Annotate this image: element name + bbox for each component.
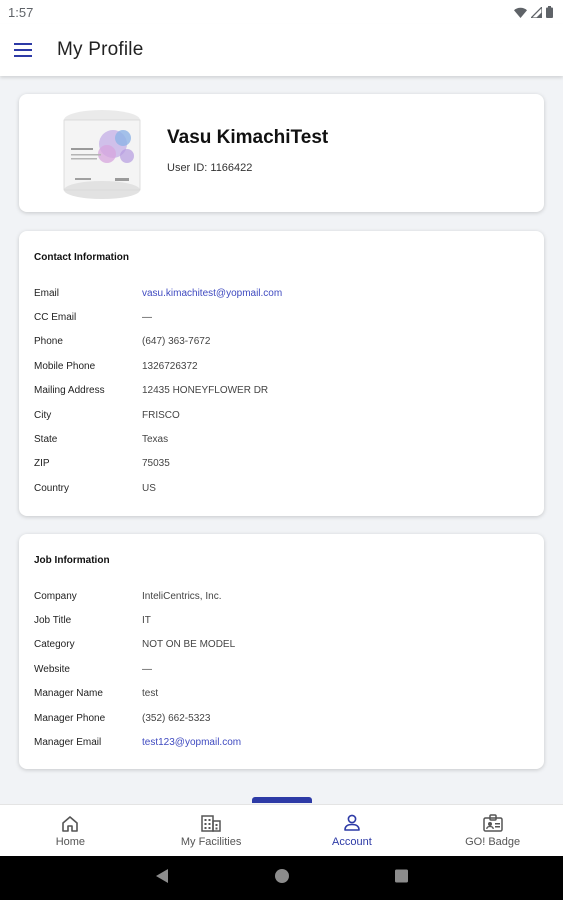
field-value: 12435 HONEYFLOWER DR	[142, 385, 269, 397]
field-label: Mobile Phone	[34, 360, 96, 372]
bottom-navigation: Home My Facilities Account GO! Badge	[0, 804, 563, 856]
recents-icon[interactable]	[394, 868, 409, 884]
field-label: Manager Phone	[34, 712, 106, 724]
contact-row-phone: Phone (647) 363-7672	[34, 330, 534, 354]
field-label: Company	[34, 590, 77, 602]
field-label: Website	[34, 663, 70, 675]
field-label: ZIP	[34, 458, 50, 470]
contact-section-title: Contact Information	[34, 252, 129, 263]
nav-item-my-facilities[interactable]: My Facilities	[141, 805, 282, 856]
contact-row-zip: ZIP 75035	[34, 452, 534, 476]
contact-row-country: Country US	[34, 476, 534, 500]
home-circle-icon[interactable]	[274, 868, 290, 884]
field-value: NOT ON BE MODEL	[142, 639, 236, 651]
field-value: US	[142, 482, 156, 494]
profile-photo	[63, 110, 141, 199]
manager-email-link[interactable]: test123@yopmail.com	[142, 737, 241, 748]
hamburger-menu-icon	[14, 43, 32, 57]
field-label: Mailing Address	[34, 385, 105, 397]
field-value: FRISCO	[142, 409, 180, 421]
job-row-manager-name: Manager Name test	[34, 682, 534, 706]
field-value: (352) 662-5323	[142, 712, 211, 724]
menu-button[interactable]	[0, 24, 46, 76]
status-icons	[514, 6, 553, 18]
contact-rows: Email vasu.kimachitest@yopmail.com CC Em…	[34, 281, 534, 501]
user-id: User ID: 1166422	[167, 162, 253, 174]
profile-card: Vasu KimachiTest User ID: 1166422	[19, 94, 544, 212]
field-label: Country	[34, 482, 70, 494]
field-label: City	[34, 409, 52, 421]
nav-item-home[interactable]: Home	[0, 805, 141, 856]
field-value: —	[142, 663, 152, 675]
email-link[interactable]: vasu.kimachitest@yopmail.com	[142, 288, 282, 299]
badge-icon	[482, 814, 503, 832]
app-bar: My Profile	[0, 24, 563, 76]
battery-icon	[546, 6, 553, 18]
job-rows: Company InteliCentrics, Inc. Job Title I…	[34, 584, 534, 755]
nav-item-go-badge[interactable]: GO! Badge	[422, 805, 563, 856]
field-label: State	[34, 434, 58, 446]
back-icon[interactable]	[155, 868, 169, 884]
nav-label-account: Account	[332, 836, 372, 848]
profile-content[interactable]: Vasu KimachiTest User ID: 1166422 Contac…	[0, 76, 563, 804]
field-value: test	[142, 688, 159, 700]
page-title: My Profile	[57, 39, 144, 60]
field-value: —	[142, 312, 152, 324]
job-row-company: Company InteliCentrics, Inc.	[34, 584, 534, 608]
nav-label-go-badge: GO! Badge	[465, 836, 521, 848]
field-value: 1326726372	[142, 360, 198, 372]
field-label: Category	[34, 639, 75, 651]
field-value: IT	[142, 615, 151, 627]
contact-row-city: City FRISCO	[34, 403, 534, 427]
nav-label-home: Home	[55, 836, 86, 848]
contact-row-email: Email vasu.kimachitest@yopmail.com	[34, 281, 534, 305]
contact-row-mailing-address: Mailing Address 12435 HONEYFLOWER DR	[34, 379, 534, 403]
field-value: 75035	[142, 458, 170, 470]
field-value: InteliCentrics, Inc.	[142, 590, 222, 602]
field-label: Phone	[34, 336, 63, 348]
account-icon	[344, 814, 360, 831]
home-icon	[62, 815, 79, 832]
field-value: (647) 363-7672	[142, 336, 211, 348]
field-label: Manager Email	[34, 737, 102, 749]
system-navigation-bar	[0, 856, 563, 900]
status-bar: 1:57	[0, 0, 563, 24]
nav-item-account[interactable]: Account	[282, 805, 423, 856]
job-row-manager-phone: Manager Phone (352) 662-5323	[34, 706, 534, 730]
nav-label-my-facilities: My Facilities	[180, 836, 242, 848]
field-label: CC Email	[34, 312, 77, 324]
job-row-manager-email: Manager Email test123@yopmail.com	[34, 730, 534, 754]
user-name: Vasu KimachiTest	[167, 127, 329, 148]
field-label: Email	[34, 287, 60, 299]
contact-row-cc-email: CC Email —	[34, 305, 534, 329]
job-row-job-title: Job Title IT	[34, 608, 534, 632]
job-row-category: Category NOT ON BE MODEL	[34, 633, 534, 657]
field-value: Texas	[142, 434, 169, 446]
status-time: 1:57	[8, 4, 34, 20]
field-label: Manager Name	[34, 688, 103, 700]
job-section-title: Job Information	[34, 555, 110, 566]
building-icon	[201, 815, 221, 832]
scroll-indicator	[252, 797, 312, 803]
job-row-website: Website —	[34, 657, 534, 681]
contact-information-card: Contact Information Email vasu.kimachite…	[19, 231, 544, 516]
field-label: Job Title	[34, 615, 72, 627]
contact-row-mobile-phone: Mobile Phone 1326726372	[34, 354, 534, 378]
contact-row-state: State Texas	[34, 427, 534, 451]
signal-icon	[531, 6, 542, 18]
job-information-card: Job Information Company InteliCentrics, …	[19, 534, 544, 769]
wifi-icon	[514, 7, 527, 18]
